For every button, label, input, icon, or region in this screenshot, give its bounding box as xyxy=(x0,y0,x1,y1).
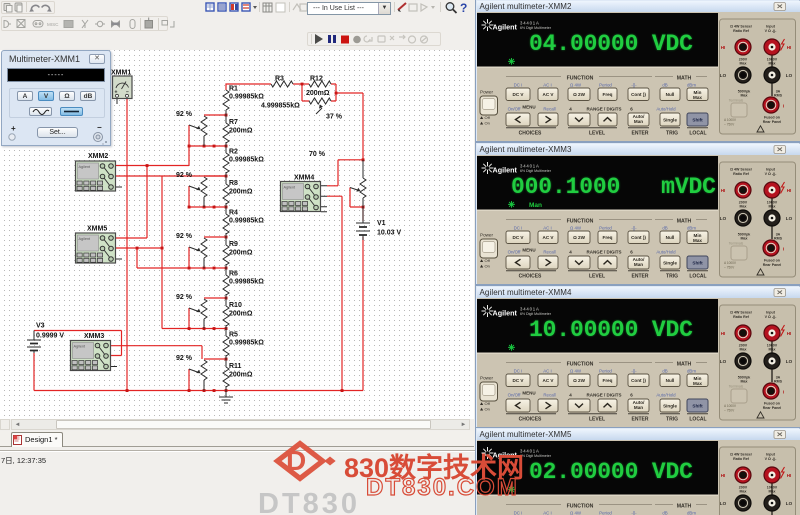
svg-text:XMM3: XMM3 xyxy=(84,333,104,340)
svg-text:V1: V1 xyxy=(377,220,386,227)
svg-text:XMM5: XMM5 xyxy=(87,226,107,233)
svg-text:200mΩ: 200mΩ xyxy=(229,372,253,379)
svg-text:0.99985kΩ: 0.99985kΩ xyxy=(229,218,264,225)
svg-text:R3: R3 xyxy=(275,76,284,83)
svg-text:R1: R1 xyxy=(229,86,238,93)
svg-text:R12: R12 xyxy=(310,76,323,83)
svg-text:200mΩ: 200mΩ xyxy=(229,128,253,135)
svg-text:0.99985kΩ: 0.99985kΩ xyxy=(229,279,264,286)
svg-text:0.9999 V: 0.9999 V xyxy=(36,333,64,340)
svg-text:200mΩ: 200mΩ xyxy=(229,311,253,318)
svg-text:200mΩ: 200mΩ xyxy=(306,90,330,97)
svg-text:MISC: MISC xyxy=(47,22,59,27)
svg-text:R10: R10 xyxy=(229,302,242,309)
svg-text:R9: R9 xyxy=(229,241,238,248)
svg-text:92 %: 92 % xyxy=(176,233,193,240)
svg-text:4.999855kΩ: 4.999855kΩ xyxy=(261,103,300,110)
svg-text:37 %: 37 % xyxy=(326,114,343,121)
svg-text:R5: R5 xyxy=(229,332,238,339)
svg-text:R6: R6 xyxy=(229,271,238,278)
svg-text:92 %: 92 % xyxy=(176,355,193,362)
svg-text:92 %: 92 % xyxy=(176,172,193,179)
svg-text:XMM1: XMM1 xyxy=(111,70,131,77)
svg-text:R7: R7 xyxy=(229,119,238,126)
svg-text:92 %: 92 % xyxy=(176,294,193,301)
svg-text:R4: R4 xyxy=(229,210,238,217)
svg-text:0.99985kΩ: 0.99985kΩ xyxy=(229,157,264,164)
svg-text:200mΩ: 200mΩ xyxy=(229,189,253,196)
svg-text:R11: R11 xyxy=(229,363,242,370)
svg-text:R2: R2 xyxy=(229,149,238,156)
svg-text:0.99985kΩ: 0.99985kΩ xyxy=(229,94,264,101)
svg-text:R8: R8 xyxy=(229,180,238,187)
svg-text:92 %: 92 % xyxy=(176,111,193,118)
svg-text:70 %: 70 % xyxy=(309,151,326,158)
svg-text:XMM4: XMM4 xyxy=(294,175,314,182)
svg-text:XMM2: XMM2 xyxy=(88,153,108,160)
svg-text:V3: V3 xyxy=(36,323,45,330)
svg-text:0.99985kΩ: 0.99985kΩ xyxy=(229,340,264,347)
svg-text:200mΩ: 200mΩ xyxy=(229,250,253,257)
svg-text:10.03 V: 10.03 V xyxy=(377,230,401,237)
